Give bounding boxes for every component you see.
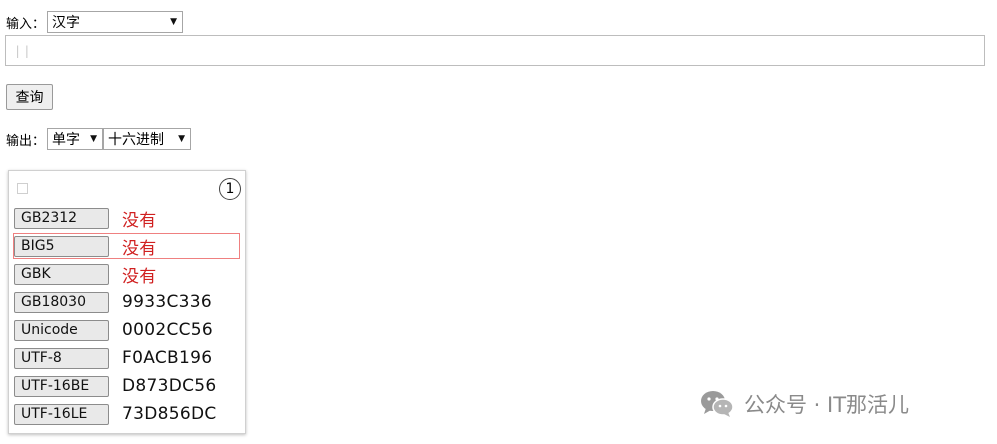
encoding-button-gb2312[interactable]: GB2312 [14, 207, 109, 229]
query-text-input[interactable]: || [5, 35, 985, 66]
input-row: 输入： 汉字 ▼ [6, 10, 184, 34]
output-row: 输出： 单字 ▼ 十六进制 ▼ [6, 126, 192, 152]
text-cursor: || [14, 44, 33, 58]
encoding-value-utf16be: D873DC56 [122, 376, 217, 396]
encoding-value-gb18030: 9933C336 [122, 292, 212, 312]
dropdown-arrow-icon: ▼ [178, 134, 186, 144]
encoding-row-utf16le: UTF-16LE 73D856DC [14, 403, 217, 425]
output-radix-select[interactable]: 十六进制 ▼ [103, 128, 192, 150]
encoding-value-gb2312: 没有 [122, 210, 157, 231]
input-encoding-value: 汉字 [52, 15, 81, 31]
encoding-row-gbk: GBK 没有 [14, 263, 157, 287]
encoding-row-gb2312: GB2312 没有 [14, 207, 157, 231]
encoding-button-unicode[interactable]: Unicode [14, 319, 109, 341]
result-select-checkbox[interactable] [17, 183, 28, 194]
encoding-value-gbk: 没有 [122, 266, 157, 287]
encoding-button-gb18030[interactable]: GB18030 [14, 291, 109, 313]
encoding-button-utf16be[interactable]: UTF-16BE [14, 375, 109, 397]
encoding-row-gb18030: GB18030 9933C336 [14, 291, 212, 313]
encoding-row-unicode: Unicode 0002CC56 [14, 319, 213, 341]
watermark: 公众号 · IT那活儿 [700, 389, 909, 419]
encoding-value-utf16le: 73D856DC [122, 404, 217, 424]
encoding-row-big5: BIG5 没有 [13, 233, 240, 259]
encoding-row-utf16be: UTF-16BE D873DC56 [14, 375, 217, 397]
input-label: 输入： [6, 16, 46, 32]
encoding-row-utf8: UTF-8 F0ACB196 [14, 347, 212, 369]
dropdown-arrow-icon: ▼ [90, 134, 98, 144]
query-button[interactable]: 查询 [6, 84, 53, 110]
output-radix-value: 十六进制 [108, 132, 165, 148]
output-mode-value: 单字 [52, 132, 81, 148]
encoding-button-utf8[interactable]: UTF-8 [14, 347, 109, 369]
result-index-badge: 1 [219, 178, 241, 200]
encoding-value-utf8: F0ACB196 [122, 348, 213, 368]
output-label: 输出： [6, 133, 46, 149]
watermark-text: 公众号 · IT那活儿 [744, 393, 910, 417]
input-encoding-select[interactable]: 汉字 ▼ [47, 11, 184, 33]
encoding-button-gbk[interactable]: GBK [14, 263, 109, 285]
encoding-value-big5: 没有 [122, 238, 157, 259]
wechat-icon [700, 390, 734, 418]
encoding-button-big5[interactable]: BIG5 [14, 235, 109, 257]
encoding-value-unicode: 0002CC56 [122, 320, 214, 340]
result-card: 1 GB2312 没有 BIG5 没有 GBK 没有 GB18030 9933C… [8, 170, 246, 434]
output-mode-select[interactable]: 单字 ▼ [47, 128, 104, 150]
dropdown-arrow-icon: ▼ [170, 17, 178, 27]
encoding-button-utf16le[interactable]: UTF-16LE [14, 403, 109, 425]
